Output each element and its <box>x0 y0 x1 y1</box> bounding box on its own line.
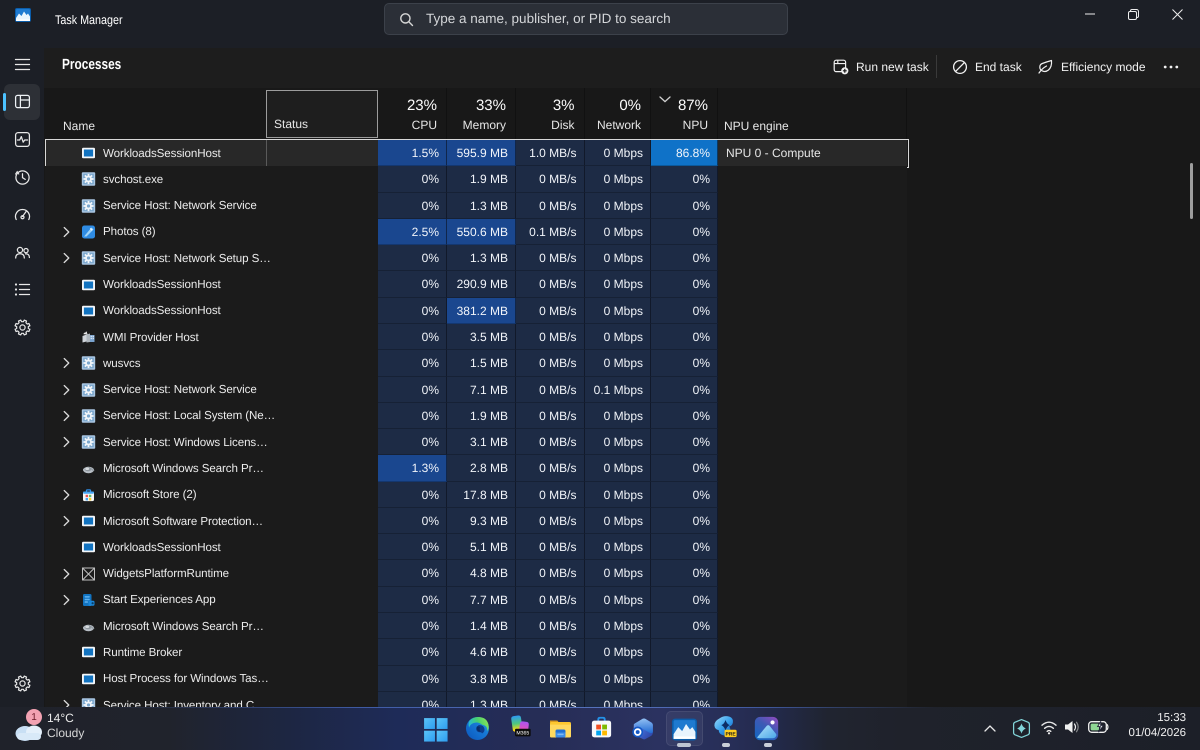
svg-text:PRE: PRE <box>725 732 736 738</box>
svg-text:M365: M365 <box>516 730 529 736</box>
